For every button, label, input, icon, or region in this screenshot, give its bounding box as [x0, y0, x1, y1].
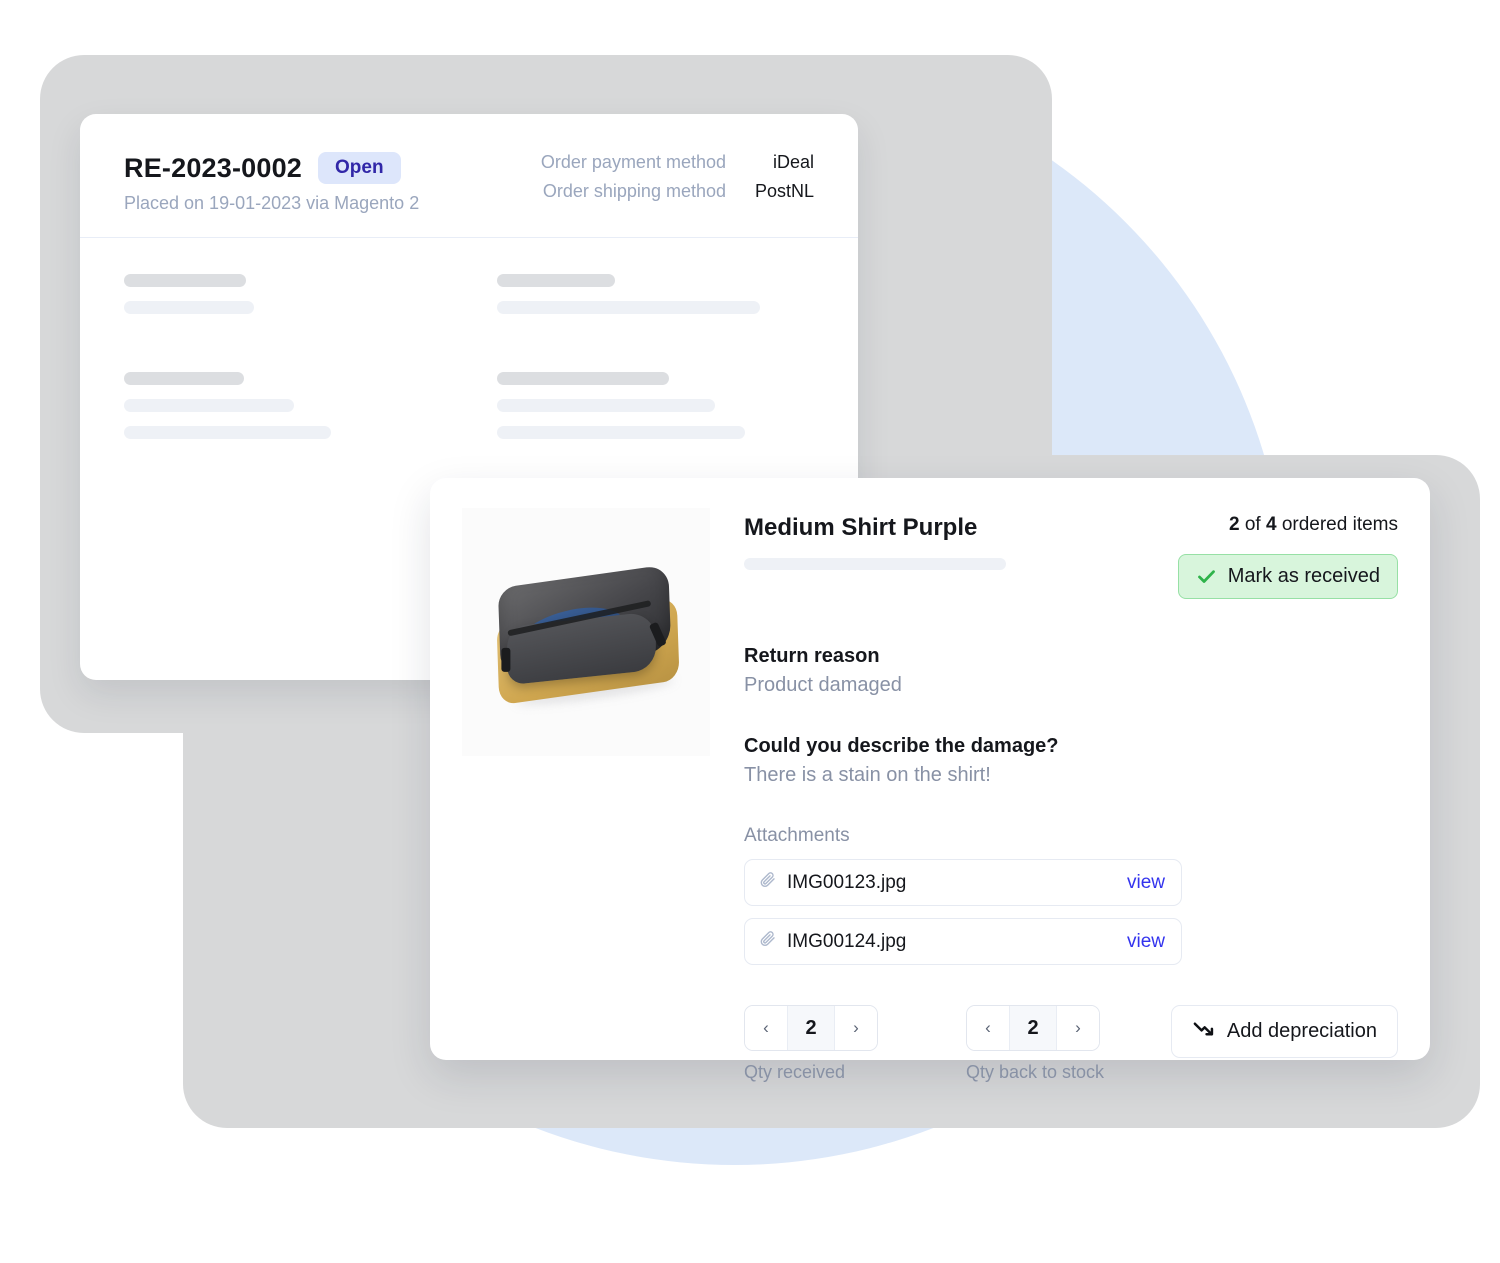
skeleton-bar [124, 274, 246, 287]
attachment-row[interactable]: IMG00124.jpg view [744, 918, 1182, 965]
return-placed-on: Placed on 19-01-2023 via Magento 2 [124, 193, 420, 213]
quantity-controls: ‹ 2 › Qty received ‹ 2 › Qty back to sto… [744, 1005, 1398, 1083]
damage-description-block: Could you describe the damage? There is … [744, 735, 1398, 787]
attachment-left: IMG00123.jpg [759, 871, 906, 894]
qty-back-to-stock-stepper[interactable]: ‹ 2 › [966, 1005, 1100, 1051]
return-reason-label: Return reason [744, 645, 880, 667]
skeleton-bar [497, 301, 760, 314]
attachment-view-link[interactable]: view [1127, 872, 1165, 894]
skeleton-bar [497, 399, 715, 412]
return-reason-value: Product damaged [744, 674, 902, 696]
mark-as-received-button[interactable]: Mark as received [1177, 554, 1398, 599]
qty-back-to-stock-decrement[interactable]: ‹ [967, 1006, 1009, 1050]
paperclip-icon [759, 871, 777, 894]
damage-question-label: Could you describe the damage? [744, 735, 1059, 757]
skeleton-group [124, 372, 441, 453]
skeleton-placeholder-body [80, 238, 858, 497]
check-icon [1196, 566, 1217, 587]
status-badge[interactable]: Open [318, 152, 401, 184]
add-depreciation-button[interactable]: Add depreciation [1170, 1005, 1398, 1058]
product-subtitle-skeleton [744, 558, 1006, 570]
skeleton-group [497, 274, 814, 328]
product-image [462, 508, 710, 756]
qty-received-label: Qty received [744, 1062, 846, 1082]
shipping-method-value: PostNL [754, 181, 814, 201]
paperclip-icon [759, 930, 777, 953]
return-identity: RE-2023-0002 Open Placed on 19-01-2023 v… [124, 152, 419, 214]
attachment-filename: IMG00124.jpg [787, 930, 907, 952]
attachment-view-link[interactable]: view [1127, 931, 1165, 953]
qty-back-to-stock-value[interactable]: 2 [1009, 1006, 1057, 1050]
attachment-left: IMG00124.jpg [759, 930, 906, 953]
ordered-items-count: 2 of 4 ordered items [1178, 514, 1398, 536]
skeleton-bar [124, 426, 331, 439]
skeleton-bar [124, 301, 254, 314]
product-bag-illustration [483, 562, 689, 712]
skeleton-bar [497, 426, 745, 439]
qty-back-to-stock-increment[interactable]: › [1057, 1006, 1099, 1050]
return-id: RE-2023-0002 [124, 152, 303, 183]
qty-received-increment[interactable]: › [835, 1006, 877, 1050]
ordered-qty: 2 [1228, 514, 1240, 535]
attachments-label: Attachments [744, 825, 850, 846]
qty-back-to-stock-group: ‹ 2 › Qty back to stock [966, 1005, 1104, 1083]
skeleton-group [124, 274, 441, 328]
skeleton-bar [124, 399, 294, 412]
meta-row-shipping: Order shipping method PostNL [541, 181, 814, 202]
meta-row-payment: Order payment method iDeal [541, 152, 814, 173]
payment-method-value: iDeal [772, 152, 814, 172]
skeleton-bar [124, 372, 244, 385]
attachment-row[interactable]: IMG00123.jpg view [744, 859, 1182, 906]
payment-method-label: Order payment method [540, 152, 726, 172]
qty-back-to-stock-label: Qty back to stock [966, 1062, 1105, 1082]
return-id-row: RE-2023-0002 Open [124, 152, 419, 184]
qty-received-value[interactable]: 2 [787, 1006, 835, 1050]
qty-received-stepper[interactable]: ‹ 2 › [744, 1005, 878, 1051]
damage-question-value: There is a stain on the shirt! [744, 764, 991, 786]
return-item-detail-card: Medium Shirt Purple 2 of 4 ordered items… [430, 478, 1430, 1082]
return-reason-block: Return reason Product damaged [744, 645, 1398, 697]
item-detail-column: Medium Shirt Purple 2 of 4 ordered items… [744, 508, 1398, 1082]
screenshot-stage: RE-2023-0002 Open Placed on 19-01-2023 v… [0, 0, 1500, 1263]
item-title-block: Medium Shirt Purple [744, 514, 1006, 570]
order-meta-table: Order payment method iDeal Order shippin… [541, 152, 814, 210]
attachment-filename: IMG00123.jpg [787, 871, 907, 893]
item-detail-header: Medium Shirt Purple 2 of 4 ordered items… [744, 514, 1398, 599]
ordered-suffix-text: ordered items [1276, 514, 1398, 535]
skeleton-bar [497, 372, 669, 385]
qty-received-decrement[interactable]: ‹ [745, 1006, 787, 1050]
skeleton-bar [497, 274, 615, 287]
zipper-pull-left [501, 647, 511, 672]
shipping-method-label: Order shipping method [542, 181, 726, 201]
item-actions-block: 2 of 4 ordered items Mark as received [1177, 514, 1398, 599]
qty-received-group: ‹ 2 › Qty received [744, 1005, 878, 1083]
add-depreciation-label: Add depreciation [1226, 1020, 1377, 1042]
return-header: RE-2023-0002 Open Placed on 19-01-2023 v… [80, 114, 858, 238]
ordered-of-text: of [1239, 514, 1266, 535]
product-title: Medium Shirt Purple [744, 514, 978, 541]
skeleton-group [497, 372, 814, 453]
ordered-total: 4 [1265, 514, 1277, 535]
mark-as-received-label: Mark as received [1227, 565, 1380, 587]
trend-down-icon [1192, 1017, 1215, 1046]
